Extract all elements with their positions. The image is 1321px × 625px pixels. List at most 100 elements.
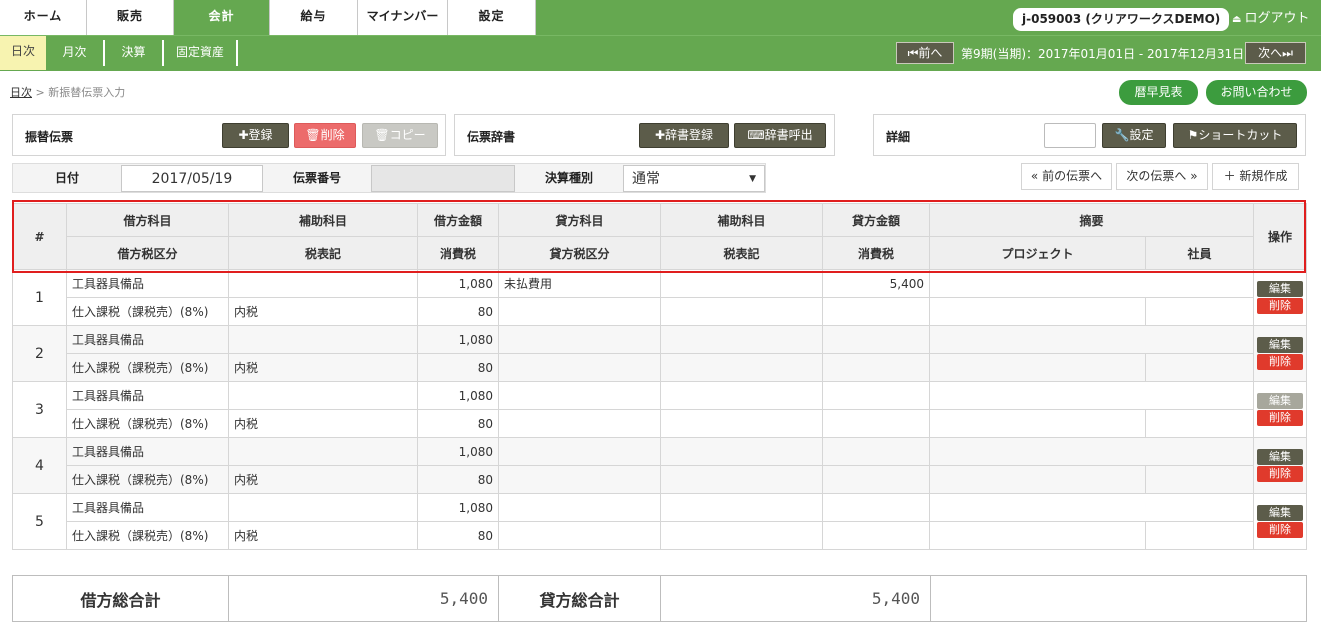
table-row[interactable]: 3 工具器具備品 1,080 編集 削除	[12, 381, 1308, 438]
debit-tax-cell[interactable]: 仕入課税（課税売）(8%)	[66, 353, 229, 382]
date-input[interactable]: 2017/05/19	[121, 165, 263, 192]
dict-call-button[interactable]: ⌨辞書呼出	[734, 123, 826, 148]
staff-cell[interactable]	[1144, 409, 1255, 438]
tax-note-cell[interactable]: 内税	[228, 297, 418, 326]
subtab-fixed-assets[interactable]: 固定資産	[164, 38, 236, 68]
summary-cell[interactable]	[928, 493, 1255, 522]
table-row[interactable]: 5 工具器具備品 1,080 編集 削除	[12, 493, 1308, 550]
credit-tax-cell[interactable]	[498, 297, 661, 326]
credit-sub-cell[interactable]	[660, 493, 823, 522]
debit-amount-cell[interactable]: 1,080	[417, 381, 499, 410]
credit-account-cell[interactable]	[498, 493, 661, 522]
delete-row-button[interactable]: 削除	[1257, 298, 1304, 314]
credit-tax-amount-cell[interactable]	[822, 521, 930, 550]
table-row[interactable]: 仕入課税（課税売）(8%) 内税 80	[13, 465, 1307, 494]
delete-row-button[interactable]: 削除	[1257, 410, 1304, 426]
subtab-daily[interactable]: 日次	[0, 36, 46, 70]
staff-cell[interactable]	[1144, 353, 1255, 382]
table-row[interactable]: 2 工具器具備品 1,080 編集 削除	[12, 325, 1308, 382]
delete-button[interactable]: 🗑削除	[294, 123, 356, 148]
detail-select[interactable]	[1044, 123, 1096, 148]
debit-tax-cell[interactable]: 仕入課税（課税売）(8%)	[66, 465, 229, 494]
project-cell[interactable]	[929, 521, 1146, 550]
closing-type-select[interactable]: 通常 ▼	[623, 165, 765, 192]
tab-mynumber[interactable]: マイナンバー	[358, 0, 448, 35]
credit-tax-cell[interactable]	[498, 409, 661, 438]
delete-row-button[interactable]: 削除	[1257, 466, 1304, 482]
credit-amount-cell[interactable]	[822, 381, 930, 410]
prev-period-button[interactable]: ⏮前へ	[896, 42, 954, 64]
credit-tax-note-cell[interactable]	[660, 409, 823, 438]
debit-account-cell[interactable]: 工具器具備品	[66, 381, 229, 410]
credit-account-cell[interactable]: 未払費用	[498, 269, 661, 298]
debit-sub-cell[interactable]	[228, 325, 418, 354]
debit-amount-cell[interactable]: 1,080	[417, 437, 499, 466]
table-row[interactable]: 仕入課税（課税売）(8%) 内税 80	[13, 409, 1307, 438]
tab-settings[interactable]: 設定	[448, 0, 536, 35]
summary-cell[interactable]	[928, 325, 1255, 354]
debit-sub-cell[interactable]	[228, 493, 418, 522]
tax-amount-cell[interactable]: 80	[417, 521, 499, 550]
tax-note-cell[interactable]: 内税	[228, 521, 418, 550]
credit-tax-cell[interactable]	[498, 353, 661, 382]
credit-account-cell[interactable]	[498, 325, 661, 354]
subtab-closing[interactable]: 決算	[105, 38, 162, 68]
debit-account-cell[interactable]: 工具器具備品	[66, 493, 229, 522]
breadcrumb-daily-link[interactable]: 日次	[10, 86, 32, 99]
tab-sales[interactable]: 販売	[87, 0, 174, 35]
delete-row-button[interactable]: 削除	[1257, 354, 1304, 370]
credit-amount-cell[interactable]: 5,400	[822, 269, 930, 298]
credit-tax-amount-cell[interactable]	[822, 297, 930, 326]
table-row[interactable]: 1 工具器具備品 1,080 未払費用 5,400 編集 削除	[12, 269, 1308, 326]
debit-amount-cell[interactable]: 1,080	[417, 325, 499, 354]
tax-note-cell[interactable]: 内税	[228, 465, 418, 494]
tab-payroll[interactable]: 給与	[270, 0, 358, 35]
logout-link[interactable]: ⏏ ログアウト	[1232, 10, 1309, 29]
credit-tax-cell[interactable]	[498, 521, 661, 550]
credit-tax-note-cell[interactable]	[660, 353, 823, 382]
subtab-monthly[interactable]: 月次	[46, 38, 103, 68]
tax-note-cell[interactable]: 内税	[228, 353, 418, 382]
credit-sub-cell[interactable]	[660, 381, 823, 410]
tax-note-cell[interactable]: 内税	[228, 409, 418, 438]
delete-row-button[interactable]: 削除	[1257, 522, 1304, 538]
summary-cell[interactable]	[928, 437, 1255, 466]
debit-sub-cell[interactable]	[228, 269, 418, 298]
edit-row-button[interactable]: 編集	[1257, 505, 1304, 521]
edit-row-button[interactable]: 編集	[1257, 393, 1304, 409]
credit-tax-amount-cell[interactable]	[822, 465, 930, 494]
credit-amount-cell[interactable]	[822, 493, 930, 522]
tax-amount-cell[interactable]: 80	[417, 353, 499, 382]
next-period-button[interactable]: 次へ⏭	[1245, 42, 1306, 64]
tab-home[interactable]: ホーム	[0, 0, 87, 35]
copy-button[interactable]: 🗑コピー	[362, 123, 438, 148]
credit-account-cell[interactable]	[498, 381, 661, 410]
credit-tax-note-cell[interactable]	[660, 521, 823, 550]
table-row[interactable]: 仕入課税（課税売）(8%) 内税 80	[13, 297, 1307, 326]
tax-amount-cell[interactable]: 80	[417, 297, 499, 326]
detail-settings-button[interactable]: 🔧設定	[1102, 123, 1166, 148]
debit-tax-cell[interactable]: 仕入課税（課税売）(8%)	[66, 297, 229, 326]
debit-account-cell[interactable]: 工具器具備品	[66, 269, 229, 298]
debit-tax-cell[interactable]: 仕入課税（課税売）(8%)	[66, 409, 229, 438]
credit-amount-cell[interactable]	[822, 437, 930, 466]
voucher-number-input[interactable]	[371, 165, 515, 192]
debit-account-cell[interactable]: 工具器具備品	[66, 437, 229, 466]
prev-voucher-button[interactable]: « 前の伝票へ	[1021, 163, 1112, 190]
edit-row-button[interactable]: 編集	[1257, 281, 1304, 297]
staff-cell[interactable]	[1144, 521, 1255, 550]
table-row[interactable]: 仕入課税（課税売）(8%) 内税 80	[13, 353, 1307, 382]
credit-sub-cell[interactable]	[660, 269, 823, 298]
new-voucher-button[interactable]: ＋ 新規作成	[1212, 163, 1299, 190]
tax-amount-cell[interactable]: 80	[417, 465, 499, 494]
next-voucher-button[interactable]: 次の伝票へ »	[1116, 163, 1208, 190]
debit-tax-cell[interactable]: 仕入課税（課税売）(8%)	[66, 521, 229, 550]
table-row[interactable]: 4 工具器具備品 1,080 編集 削除	[12, 437, 1308, 494]
staff-cell[interactable]	[1144, 297, 1255, 326]
summary-cell[interactable]	[928, 269, 1255, 298]
shortcut-button[interactable]: ⚑ショートカット	[1173, 123, 1297, 148]
summary-cell[interactable]	[928, 381, 1255, 410]
dict-register-button[interactable]: ✚辞書登録	[639, 123, 729, 148]
project-cell[interactable]	[929, 465, 1146, 494]
edit-row-button[interactable]: 編集	[1257, 337, 1304, 353]
